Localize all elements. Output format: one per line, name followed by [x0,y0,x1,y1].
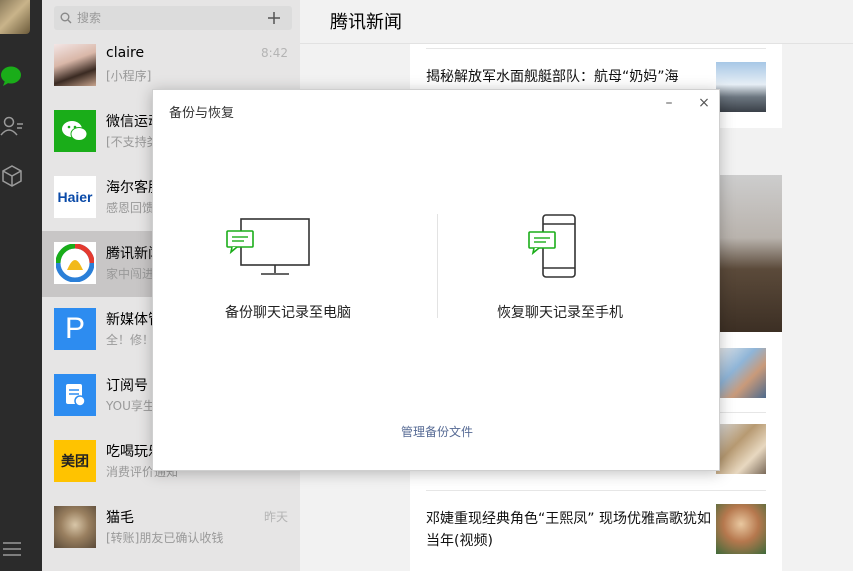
search-input[interactable] [77,11,277,25]
news-feature-image[interactable] [718,175,782,332]
chat-name: claire [106,45,145,61]
chat-preview: 家中闯进 [106,267,155,281]
chat-item-maomao[interactable]: 猫毛 [转账]朋友已确认收钱 昨天 [42,495,300,561]
news-thumbnail [716,504,766,554]
add-button[interactable] [261,6,287,30]
tencent-news-logo [54,242,96,284]
minimize-button[interactable]: – [659,95,679,113]
claire-avatar [54,44,96,86]
wechat-window: claire [小程序] 8:42 微信运动 [不支持类 Haier 海尔客服 … [0,0,853,571]
search-box[interactable] [54,6,292,30]
wechat-logo-icon [62,121,88,141]
restore-to-phone-label: 恢复聊天记录至手机 [497,305,623,321]
dialog-title: 备份与恢复 [169,106,235,121]
contacts-icon[interactable] [0,114,24,138]
plus-icon [268,12,280,24]
backup-restore-dialog: 备份与恢复 – × 备份聊天记录至电脑 恢复聊天记录至手机 管理备份文件 [152,89,720,471]
menu-icon[interactable] [2,541,22,561]
meituan-logo: 美团 [54,440,96,482]
row-divider [426,48,766,49]
chat-preview: 全！修！ [106,333,155,347]
news-item[interactable]: 揭秘解放军水面舰艇部队：航母“奶妈”海 [426,66,766,88]
page-title: 腾讯新闻 [330,12,402,33]
news-thumbnail [716,62,766,112]
wechat-sports-avatar [54,110,96,152]
chat-time: 8:42 [261,46,288,60]
news-thumbnail [716,348,766,398]
row-divider [426,490,766,491]
news-headline: 邓婕重现经典角色“王熙凤” 现场优雅高歌犹如当年(视频) [426,511,711,549]
news-item[interactable]: 邓婕重现经典角色“王熙凤” 现场优雅高歌犹如当年(视频) [426,508,716,552]
phone-chat-icon [528,214,576,278]
chat-name: 猫毛 [106,510,134,526]
document-icon [66,384,86,407]
manage-backups-link[interactable]: 管理备份文件 [153,423,721,440]
backup-to-pc-option[interactable]: 备份聊天记录至电脑 [153,210,423,340]
news-headline: 揭秘解放军水面舰艇部队：航母“奶妈”海 [426,69,679,85]
favorites-box-icon[interactable] [0,164,24,188]
chat-name: 订阅号 [106,378,148,394]
subscriptions-logo [54,374,96,416]
chat-preview: [不支持类 [106,135,159,149]
chat-time: 昨天 [263,510,288,524]
backup-to-pc-label: 备份聊天记录至电脑 [225,305,351,321]
computer-chat-icon [226,218,310,275]
cat-avatar [54,506,96,548]
chat-preview: [小程序] [106,69,152,83]
haier-logo: Haier [54,176,96,218]
chat-icon[interactable] [0,64,24,88]
user-avatar[interactable] [0,0,30,34]
close-button[interactable]: × [694,95,714,113]
left-nav-rail [0,0,42,571]
chat-preview: 感恩回馈 [106,201,155,215]
new-media-logo: P [54,308,96,350]
chat-preview: [转账]朋友已确认收钱 [106,531,224,545]
chat-preview: YOU享生 [106,399,155,413]
restore-to-phone-option[interactable]: 恢复聊天记录至手机 [425,210,695,340]
search-icon [60,9,72,28]
news-thumbnail [716,424,766,474]
